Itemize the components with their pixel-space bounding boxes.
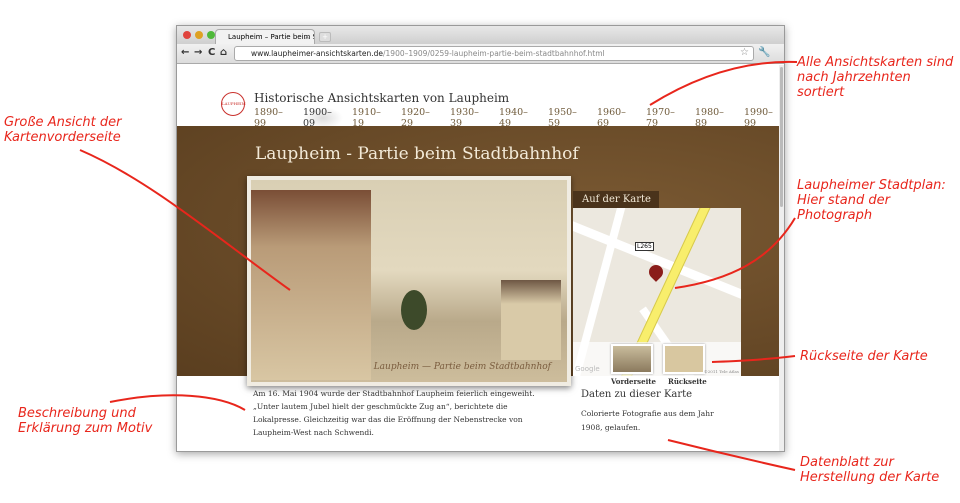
annotation-map: Laupheimer Stadtplan: Hier stand der Pho…	[797, 178, 946, 223]
annotation-back: Rückseite der Karte	[800, 349, 928, 364]
thumb-back[interactable]	[663, 344, 705, 374]
home-icon[interactable]: ⌂	[220, 47, 227, 58]
close-window-button[interactable]	[183, 31, 191, 39]
postcard-front-large[interactable]: Laupheim — Partie beim Stadtbahnhof	[247, 176, 571, 386]
url-domain: www.laupheimer-ansichtskarten.de	[251, 49, 383, 58]
card-caption: Laupheim — Partie beim Stadtbahnhof	[373, 362, 551, 372]
hero-band: Laupheim - Partie beim Stadtbahnhof Laup…	[177, 126, 779, 386]
browser-window: Laupheim – Partie beim Stadt× + ← → C ⌂ …	[176, 25, 785, 452]
address-bar[interactable]: www.laupheimer-ansichtskarten.de/1900–19…	[234, 46, 754, 61]
forward-icon[interactable]: →	[194, 47, 202, 58]
annotation-large-view: Große Ansicht der Kartenvorderseite	[4, 115, 122, 145]
reload-icon[interactable]: C	[208, 47, 215, 58]
city-map[interactable]: L265 Google ©2011 Tele Atlas	[573, 208, 741, 376]
map-road-label: L265	[635, 242, 654, 251]
thumb-back-label[interactable]: Rückseite	[668, 377, 707, 386]
bookmark-star-icon[interactable]: ☆	[740, 47, 749, 58]
postcard-photo: Laupheim — Partie beim Stadtbahnhof	[251, 180, 567, 382]
thumb-front[interactable]	[611, 344, 653, 374]
maximize-window-button[interactable]	[207, 31, 215, 39]
browser-tab[interactable]: Laupheim – Partie beim Stadt×	[215, 29, 315, 44]
tab-title: Laupheim – Partie beim Stadt	[228, 33, 314, 41]
thumb-front-label[interactable]: Vorderseite	[611, 377, 656, 386]
data-text: Colorierte Fotografie aus dem Jahr 1908,…	[581, 409, 714, 432]
map-copyright: ©2011 Tele Atlas	[703, 369, 739, 374]
back-icon[interactable]: ←	[181, 47, 189, 58]
site-logo-stamp[interactable]: LAUPHEIM	[221, 92, 246, 116]
web-page: LAUPHEIM Historische Ansichtskarten von …	[177, 65, 784, 451]
scrollbar[interactable]	[779, 65, 784, 451]
site-title[interactable]: Historische Ansichtskarten von Laupheim	[254, 91, 509, 105]
map-tab[interactable]: Auf der Karte	[573, 191, 659, 208]
card-description: Am 16. Mai 1904 wurde der Stadtbahnhof L…	[253, 389, 535, 437]
minimize-window-button[interactable]	[195, 31, 203, 39]
close-tab-icon[interactable]: ×	[304, 33, 310, 41]
annotation-description: Beschreibung und Erklärung zum Motiv	[18, 406, 153, 436]
annotation-data: Datenblatt zur Herstellung der Karte	[800, 455, 940, 485]
data-heading: Daten zu dieser Karte	[581, 389, 693, 400]
new-tab-button[interactable]: +	[319, 32, 331, 42]
google-logo: Google	[575, 365, 600, 373]
annotation-decades: Alle Ansichtskarten sind nach Jahrzehnte…	[797, 55, 954, 100]
title-bar: Laupheim – Partie beim Stadt× +	[177, 26, 784, 44]
page-title: Laupheim - Partie beim Stadtbahnhof	[255, 144, 579, 164]
browser-toolbar: ← → C ⌂ www.laupheimer-ansichtskarten.de…	[177, 44, 784, 64]
thumbnail-strip: Google ©2011 Tele Atlas	[573, 342, 741, 376]
url-path: /1900–1909/0259-laupheim-partie-beim-sta…	[383, 49, 605, 58]
wrench-icon[interactable]: 🔧	[758, 47, 770, 58]
